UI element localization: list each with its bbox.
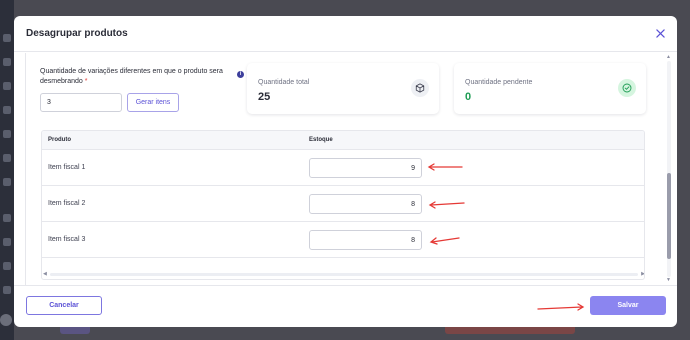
background-nav-icon bbox=[3, 286, 11, 294]
close-icon bbox=[655, 28, 665, 38]
variations-label: Quantidade de variações diferentes em qu… bbox=[40, 67, 225, 87]
close-button[interactable] bbox=[653, 26, 667, 40]
required-mark: * bbox=[84, 78, 88, 85]
total-quantity-value: 25 bbox=[258, 91, 271, 103]
box-icon bbox=[411, 79, 429, 97]
scroll-thumb[interactable] bbox=[667, 173, 671, 259]
check-circle-icon bbox=[618, 79, 636, 97]
modal-vertical-scrollbar[interactable]: ▲ ▼ bbox=[664, 53, 674, 285]
modal-header: Desagrupar produtos bbox=[14, 16, 677, 52]
table-row: Item fiscal 3 bbox=[42, 222, 644, 258]
background-nav-icon bbox=[3, 106, 11, 114]
product-name: Item fiscal 2 bbox=[48, 200, 86, 207]
modal-footer: Cancelar Salvar bbox=[14, 285, 677, 327]
scroll-down-icon[interactable]: ▼ bbox=[666, 277, 671, 283]
products-table: Produto Estoque Item fiscal 1 Item fisca… bbox=[41, 130, 645, 280]
pending-quantity-value: 0 bbox=[465, 91, 472, 103]
cancel-button[interactable]: Cancelar bbox=[26, 296, 102, 315]
stock-input[interactable] bbox=[309, 158, 422, 178]
modal-scroll-area: Quantidade de variações diferentes em qu… bbox=[25, 53, 663, 285]
scroll-track[interactable] bbox=[50, 273, 638, 276]
background-nav-icon bbox=[3, 262, 11, 270]
modal-body: Quantidade de variações diferentes em qu… bbox=[14, 53, 677, 285]
background-nav-icon bbox=[3, 34, 11, 42]
total-quantity-label: Quantidade total bbox=[258, 79, 310, 86]
table-row: Item fiscal 1 bbox=[42, 150, 644, 186]
product-name: Item fiscal 1 bbox=[48, 164, 86, 171]
stock-input[interactable] bbox=[309, 194, 422, 214]
background-nav-icon bbox=[3, 238, 11, 246]
info-icon[interactable]: i bbox=[237, 71, 244, 78]
background-avatar bbox=[0, 314, 12, 326]
save-button[interactable]: Salvar bbox=[590, 296, 666, 315]
column-header-stock: Estoque bbox=[309, 137, 333, 143]
pending-quantity-card: Quantidade pendente 0 bbox=[454, 63, 646, 114]
pending-quantity-label: Quantidade pendente bbox=[465, 79, 533, 86]
background-nav-icon bbox=[3, 178, 11, 186]
modal-title: Desagrupar produtos bbox=[26, 28, 128, 39]
table-header: Produto Estoque bbox=[42, 131, 644, 150]
background-nav-icon bbox=[3, 214, 11, 222]
background-sidebar bbox=[0, 0, 14, 340]
product-name: Item fiscal 3 bbox=[48, 236, 86, 243]
scroll-up-icon[interactable]: ▲ bbox=[666, 54, 671, 60]
background-nav-icon bbox=[3, 130, 11, 138]
background-nav-icon bbox=[3, 154, 11, 162]
table-horizontal-scrollbar[interactable]: ◀ ▶ bbox=[42, 270, 644, 279]
background-nav-icon bbox=[3, 58, 11, 66]
variations-input[interactable] bbox=[40, 93, 122, 112]
variations-label-text: Quantidade de variações diferentes em qu… bbox=[40, 68, 223, 85]
generate-items-button[interactable]: Gerar itens bbox=[127, 93, 179, 112]
stock-input[interactable] bbox=[309, 230, 422, 250]
scroll-right-icon[interactable]: ▶ bbox=[641, 271, 644, 277]
scroll-left-icon[interactable]: ◀ bbox=[43, 271, 47, 277]
total-quantity-card: Quantidade total 25 bbox=[247, 63, 439, 114]
table-row: Item fiscal 2 bbox=[42, 186, 644, 222]
ungroup-products-modal: Desagrupar produtos Quantidade de variaç… bbox=[14, 16, 677, 327]
background-nav-icon bbox=[3, 82, 11, 90]
column-header-product: Produto bbox=[48, 137, 71, 143]
